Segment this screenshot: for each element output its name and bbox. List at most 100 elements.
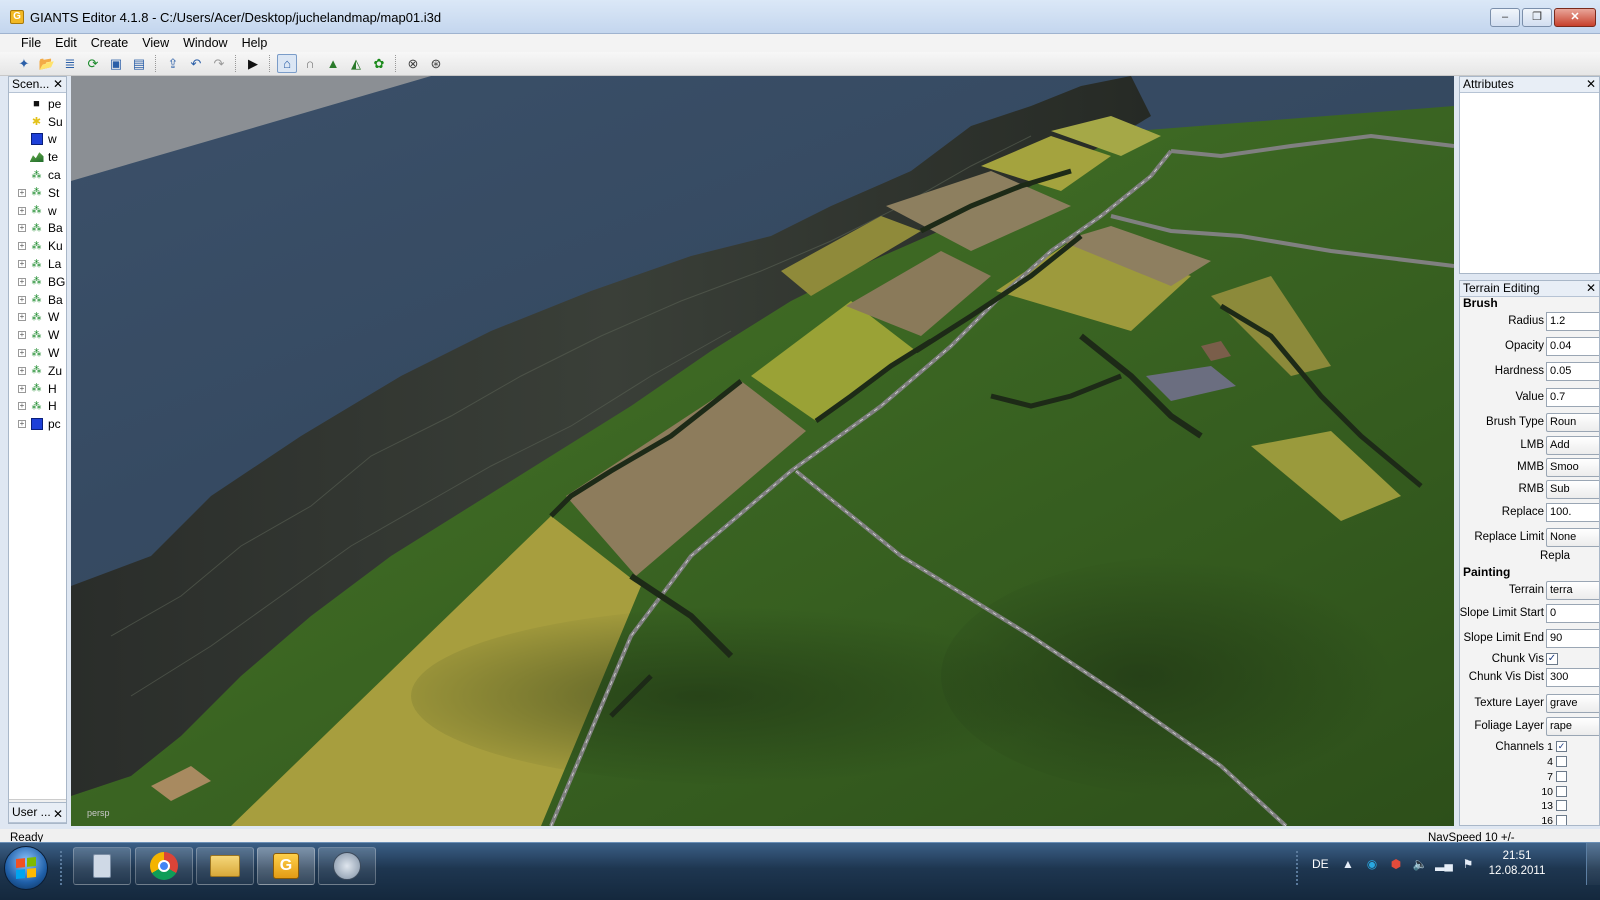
- lmb-select[interactable]: Add: [1546, 436, 1599, 455]
- scenegraph-item[interactable]: ■ pe: [9, 95, 66, 113]
- network-status-icon[interactable]: ◉: [1364, 856, 1380, 872]
- slope-limit-start-input[interactable]: 0: [1546, 604, 1599, 623]
- replace-button[interactable]: Repla: [1540, 550, 1570, 562]
- start-button[interactable]: [4, 846, 48, 890]
- menu-file[interactable]: File: [14, 34, 48, 52]
- clock[interactable]: 21:51 12.08.2011: [1482, 849, 1552, 879]
- scenegraph-item[interactable]: ✱ Su: [9, 113, 66, 131]
- channel-checkbox[interactable]: ✓: [1556, 741, 1567, 752]
- import-icon[interactable]: ⇪: [163, 54, 183, 73]
- redo-icon[interactable]: ↷: [209, 54, 229, 73]
- scenegraph-item[interactable]: + ⁂ w: [9, 202, 66, 220]
- taskbar-calculator-button[interactable]: [73, 847, 131, 885]
- foliage-paint-icon[interactable]: ✿: [369, 54, 389, 73]
- show-hidden-icons-icon[interactable]: ▲: [1340, 856, 1356, 872]
- scenegraph-item[interactable]: + ⁂ H: [9, 398, 66, 416]
- expand-icon[interactable]: +: [18, 313, 26, 322]
- foliage-layer-select[interactable]: rape: [1546, 717, 1599, 736]
- scenegraph-item[interactable]: + ⁂ Ba: [9, 291, 66, 309]
- scenegraph-item[interactable]: + ⁂ Zu: [9, 362, 66, 380]
- terrain-sculpt-icon[interactable]: ▲: [323, 54, 343, 73]
- texture-layer-select[interactable]: grave: [1546, 694, 1599, 713]
- mmb-select[interactable]: Smoo: [1546, 458, 1599, 477]
- scenegraph-item[interactable]: w: [9, 131, 66, 149]
- security-icon[interactable]: ⬢: [1388, 856, 1404, 872]
- scenegraph-item[interactable]: + pc: [9, 415, 66, 433]
- scenegraph-item[interactable]: + ⁂ Ba: [9, 220, 66, 238]
- 3d-viewport[interactable]: persp: [71, 76, 1454, 826]
- channel-checkbox[interactable]: [1556, 786, 1567, 797]
- move-mode-icon[interactable]: ∩: [300, 54, 320, 73]
- brush-type-select[interactable]: Roun: [1546, 413, 1599, 432]
- channel-checkbox[interactable]: [1556, 800, 1567, 811]
- taskbar-chrome-button[interactable]: [135, 847, 193, 885]
- scenegraph-item[interactable]: + ⁂ W: [9, 344, 66, 362]
- expand-icon[interactable]: +: [18, 260, 26, 269]
- replace-limit-select[interactable]: None: [1546, 528, 1599, 547]
- chunk-vis-checkbox[interactable]: ✓: [1546, 653, 1558, 665]
- close-button[interactable]: ✕: [1554, 8, 1596, 27]
- navmesh-icon[interactable]: ⊗: [403, 54, 423, 73]
- expand-icon[interactable]: +: [18, 242, 26, 251]
- channel-checkbox[interactable]: [1556, 815, 1567, 825]
- slope-limit-end-input[interactable]: 90: [1546, 629, 1599, 648]
- expand-icon[interactable]: +: [18, 349, 26, 358]
- expand-icon[interactable]: +: [18, 402, 26, 411]
- close-icon[interactable]: ✕: [53, 77, 63, 92]
- expand-icon[interactable]: +: [18, 206, 26, 215]
- value-input[interactable]: 0.7: [1546, 388, 1599, 407]
- expand-icon[interactable]: +: [18, 188, 26, 197]
- taskbar-explorer-button[interactable]: [196, 847, 254, 885]
- collision-icon[interactable]: ⊛: [426, 54, 446, 73]
- undo-icon[interactable]: ↶: [186, 54, 206, 73]
- signal-icon[interactable]: ▂▄: [1435, 856, 1453, 872]
- menu-view[interactable]: View: [135, 34, 176, 52]
- scenegraph-item[interactable]: + ⁂ Ku: [9, 237, 66, 255]
- terrain-select[interactable]: terra: [1546, 581, 1599, 600]
- channel-checkbox[interactable]: [1556, 756, 1567, 767]
- opacity-input[interactable]: 0.04: [1546, 337, 1599, 356]
- expand-icon[interactable]: +: [18, 277, 26, 286]
- expand-icon[interactable]: +: [18, 420, 26, 429]
- menu-edit[interactable]: Edit: [48, 34, 84, 52]
- menu-create[interactable]: Create: [84, 34, 136, 52]
- scenegraph-item[interactable]: ⁂ ca: [9, 166, 66, 184]
- close-icon[interactable]: ✕: [1586, 77, 1596, 92]
- maximize-button[interactable]: ❐: [1522, 8, 1552, 27]
- expand-icon[interactable]: +: [18, 224, 26, 233]
- show-desktop-button[interactable]: [1586, 843, 1600, 885]
- minimize-button[interactable]: –: [1490, 8, 1520, 27]
- scenegraph-item[interactable]: + ⁂ W: [9, 309, 66, 327]
- new-scene-icon[interactable]: ✦: [14, 54, 34, 73]
- language-indicator[interactable]: DE: [1312, 857, 1332, 871]
- save-all-icon[interactable]: ▤: [129, 54, 149, 73]
- scenegraph-item[interactable]: + ⁂ La: [9, 255, 66, 273]
- radius-input[interactable]: 1.2: [1546, 312, 1599, 331]
- rmb-select[interactable]: Sub: [1546, 480, 1599, 499]
- list-icon[interactable]: ≣: [60, 54, 80, 73]
- action-center-flag-icon[interactable]: ⚑: [1460, 856, 1476, 872]
- scenegraph-item[interactable]: + ⁂ W: [9, 326, 66, 344]
- refresh-icon[interactable]: ⟳: [83, 54, 103, 73]
- select-mode-icon[interactable]: ⌂: [277, 54, 297, 73]
- menu-window[interactable]: Window: [176, 34, 234, 52]
- taskbar-teamspeak-button[interactable]: [318, 847, 376, 885]
- play-icon[interactable]: ▶: [243, 54, 263, 73]
- expand-icon[interactable]: +: [18, 366, 26, 375]
- channel-checkbox[interactable]: [1556, 771, 1567, 782]
- close-icon[interactable]: ✕: [1586, 281, 1596, 296]
- open-folder-icon[interactable]: 📂: [37, 54, 57, 73]
- scenegraph-item[interactable]: + ⁂ St: [9, 184, 66, 202]
- terrain-paint-icon[interactable]: ◭: [346, 54, 366, 73]
- chunk-vis-dist-input[interactable]: 300: [1546, 668, 1599, 687]
- hardness-input[interactable]: 0.05: [1546, 362, 1599, 381]
- replace-input[interactable]: 100.: [1546, 503, 1599, 522]
- scenegraph-item[interactable]: te: [9, 148, 66, 166]
- save-icon[interactable]: ▣: [106, 54, 126, 73]
- menu-help[interactable]: Help: [235, 34, 275, 52]
- taskbar-giants-editor-button[interactable]: G: [257, 847, 315, 885]
- close-icon[interactable]: ✕: [53, 805, 63, 822]
- scenegraph-item[interactable]: + ⁂ H: [9, 380, 66, 398]
- expand-icon[interactable]: +: [18, 331, 26, 340]
- expand-icon[interactable]: +: [18, 384, 26, 393]
